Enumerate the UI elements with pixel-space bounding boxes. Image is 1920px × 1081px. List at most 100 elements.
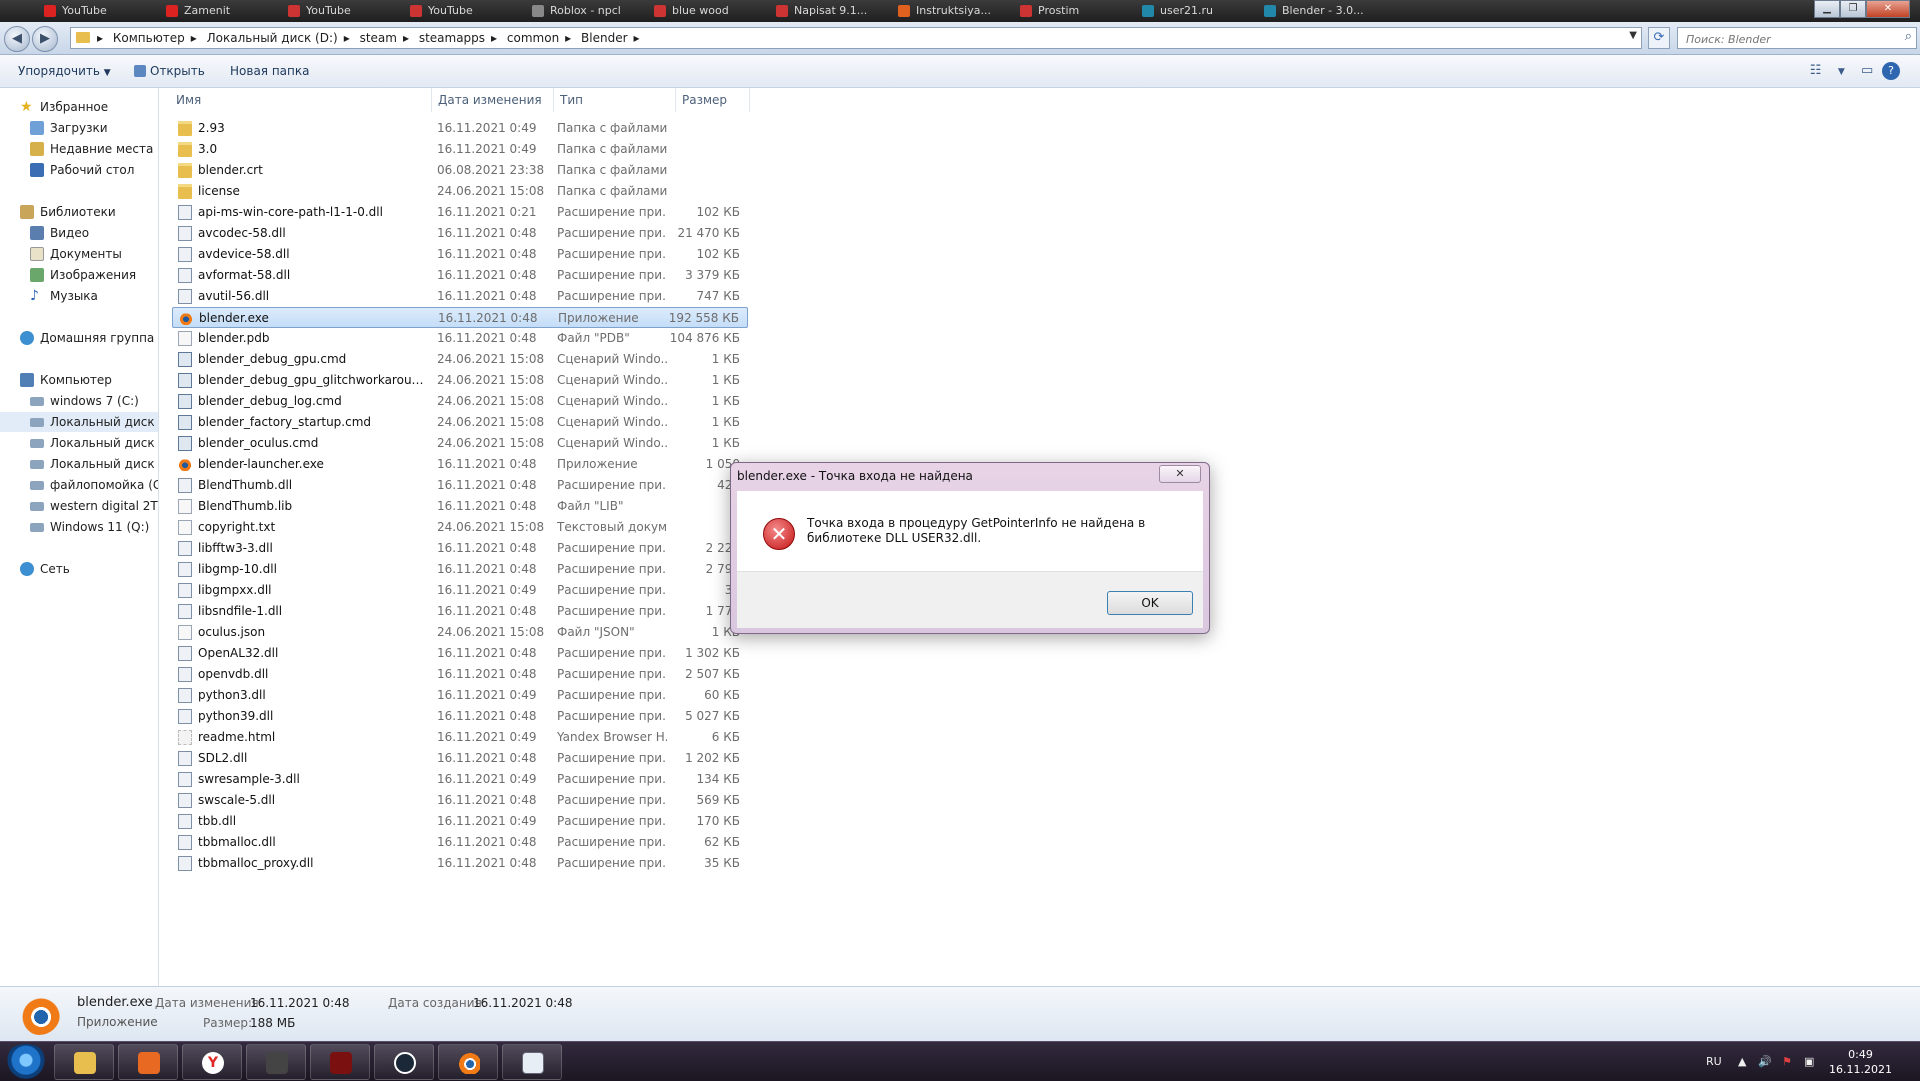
column-header-date[interactable]: Дата изменения [432, 88, 554, 112]
file-row[interactable]: swscale-5.dll 16.11.2021 0:48 Расширение п… [172, 790, 748, 811]
file-row[interactable]: copyright.txt 24.06.2021 15:08 Текстовый д… [172, 517, 748, 538]
chevron-down-icon[interactable]: ▼ [1830, 62, 1852, 82]
taskbar-media-player[interactable] [118, 1044, 178, 1080]
sidebar-item-downloads[interactable]: Загрузки [0, 118, 158, 138]
file-row[interactable]: libgmpxx.dll 16.11.2021 0:49 Расширение пр… [172, 580, 748, 601]
file-row[interactable]: blender.pdb 16.11.2021 0:48 Файл "PDB" 104 … [172, 328, 748, 349]
new-folder-button[interactable]: Новая папка [230, 55, 309, 87]
sidebar-favorites[interactable]: ★ Избранное [0, 97, 158, 117]
file-row[interactable]: python39.dll 16.11.2021 0:48 Расширение пр… [172, 706, 748, 727]
browser-tab[interactable]: Prostim [1016, 2, 1136, 20]
back-button[interactable]: ◀ [4, 26, 30, 52]
file-row[interactable]: avutil-56.dll 16.11.2021 0:48 Расширение п… [172, 286, 748, 307]
close-window-button[interactable]: ✕ [1866, 0, 1910, 18]
browser-tab[interactable]: Roblox - npcl [528, 2, 648, 20]
maximize-button[interactable]: ❐ [1840, 0, 1866, 18]
file-row[interactable]: blender_oculus.cmd 24.06.2021 15:08 Сценар… [172, 433, 748, 454]
address-bar[interactable]: ▸ Компьютер ▸ Локальный диск (D:) ▸ steam ▸… [70, 27, 1642, 49]
language-indicator[interactable]: RU [1706, 1042, 1722, 1081]
file-row[interactable]: tbbmalloc.dll 16.11.2021 0:48 Расширение п… [172, 832, 748, 853]
file-row[interactable]: tbb.dll 16.11.2021 0:49 Расширение при... 1… [172, 811, 748, 832]
file-row[interactable]: openvdb.dll 16.11.2021 0:48 Расширение при… [172, 664, 748, 685]
browser-tab[interactable]: YouTube [284, 2, 404, 20]
taskbar-notepad[interactable] [502, 1044, 562, 1080]
breadcrumb-common[interactable]: common [507, 31, 559, 45]
browser-tab[interactable]: Blender - 3.0... [1260, 2, 1380, 20]
file-row[interactable]: libgmp-10.dll 16.11.2021 0:48 Расширение п… [172, 559, 748, 580]
sidebar-drive-e[interactable]: Локальный диск (E:) [0, 433, 158, 453]
breadcrumb-steam[interactable]: steam [360, 31, 397, 45]
file-row[interactable]: OpenAL32.dll 16.11.2021 0:48 Расширение пр… [172, 643, 748, 664]
file-row[interactable]: blender_debug_log.cmd 24.06.2021 15:08 Сце… [172, 391, 748, 412]
sidebar-item-pictures[interactable]: Изображения [0, 265, 158, 285]
browser-tab[interactable]: Instruktsiya... [894, 2, 1014, 20]
file-row[interactable]: blender_factory_startup.cmd 24.06.2021 15… [172, 412, 748, 433]
refresh-button[interactable]: ⟳ [1648, 27, 1670, 49]
sidebar-computer[interactable]: Компьютер [0, 370, 158, 390]
search-box[interactable]: ⌕ [1677, 27, 1917, 49]
file-row[interactable]: tbbmalloc_proxy.dll 16.11.2021 0:48 Расшир… [172, 853, 748, 874]
file-row[interactable]: libsndfile-1.dll 16.11.2021 0:48 Расширени… [172, 601, 748, 622]
taskbar-gpu-flexer-2[interactable] [310, 1044, 370, 1080]
file-row[interactable]: avdevice-58.dll 16.11.2021 0:48 Расширение… [172, 244, 748, 265]
preview-pane-icon[interactable]: ▭ [1856, 61, 1878, 81]
open-button[interactable]: Открыть [134, 55, 205, 87]
sidebar-drive-wd[interactable]: western digital 2TB ( [0, 496, 158, 516]
start-button[interactable] [4, 1044, 48, 1080]
sidebar-item-video[interactable]: Видео [0, 223, 158, 243]
action-center-icon[interactable]: ▣ [1804, 1042, 1814, 1081]
sidebar-drive-f[interactable]: Локальный диск (F:) [0, 454, 158, 474]
browser-tab[interactable]: blue wood [650, 2, 770, 20]
breadcrumb-steamapps[interactable]: steamapps [419, 31, 485, 45]
dialog-close-button[interactable]: ✕ [1159, 465, 1201, 483]
taskbar-steam[interactable] [374, 1044, 434, 1080]
sidebar-homegroup[interactable]: Домашняя группа [0, 328, 158, 348]
browser-tab[interactable]: user21.ru [1138, 2, 1258, 20]
column-header-name[interactable]: Имя [170, 88, 432, 112]
sidebar-network[interactable]: Сеть [0, 559, 158, 579]
address-dropdown-icon[interactable]: ▼ [1629, 30, 1637, 41]
file-row[interactable]: oculus.json 24.06.2021 15:08 Файл "JSON" 1 … [172, 622, 748, 643]
sidebar-item-recent[interactable]: Недавние места [0, 139, 158, 159]
taskbar-yandex-browser[interactable]: Y [182, 1044, 242, 1080]
column-header-size[interactable]: Размер [676, 88, 750, 112]
breadcrumb-drive-d[interactable]: Локальный диск (D:) [207, 31, 338, 45]
volume-icon[interactable]: 🔊 [1758, 1042, 1772, 1081]
file-row[interactable]: 2.93 16.11.2021 0:49 Папка с файлами [172, 118, 748, 139]
file-row[interactable]: BlendThumb.dll 16.11.2021 0:48 Расширение … [172, 475, 748, 496]
forward-button[interactable]: ▶ [32, 26, 58, 52]
file-row[interactable]: 3.0 16.11.2021 0:49 Папка с файлами [172, 139, 748, 160]
sidebar-drive-q[interactable]: Windows 11 (Q:) [0, 517, 158, 537]
file-row[interactable]: blender_debug_gpu_glitchworkaround.c... 2… [172, 370, 748, 391]
file-row[interactable]: readme.html 16.11.2021 0:49 Yandex Browser… [172, 727, 748, 748]
file-row[interactable]: SDL2.dll 16.11.2021 0:48 Расширение при...… [172, 748, 748, 769]
sidebar-item-music[interactable]: ♪ Музыка [0, 286, 158, 306]
column-header-type[interactable]: Тип [554, 88, 676, 112]
browser-tab[interactable]: Napisat 9.1... [772, 2, 892, 20]
file-row[interactable]: avformat-58.dll 16.11.2021 0:48 Расширение… [172, 265, 748, 286]
sidebar-drive-g[interactable]: файлопомойка (G:) [0, 475, 158, 495]
browser-tab[interactable]: YouTube [40, 2, 160, 20]
file-row[interactable]: libfftw3-3.dll 16.11.2021 0:48 Расширение … [172, 538, 748, 559]
taskbar-gpu-flexer[interactable] [246, 1044, 306, 1080]
tray-expand-icon[interactable]: ▲ [1738, 1042, 1746, 1081]
file-row[interactable]: BlendThumb.lib16.11.2021 0:48Файл "LIB"2 [172, 496, 748, 517]
sidebar-drive-c[interactable]: windows 7 (C:) [0, 391, 158, 411]
taskbar-blender[interactable] [438, 1044, 498, 1080]
file-row[interactable]: python3.dll 16.11.2021 0:49 Расширение при… [172, 685, 748, 706]
minimize-button[interactable]: ▁ [1814, 0, 1840, 18]
file-row[interactable]: api-ms-win-core-path-l1-1-0.dll 16.11.202… [172, 202, 748, 223]
file-row[interactable]: blender_debug_gpu.cmd 24.06.2021 15:08 Сце… [172, 349, 748, 370]
browser-tab[interactable]: Zamenit [162, 2, 282, 20]
file-row[interactable]: swresample-3.dll 16.11.2021 0:49 Расширени… [172, 769, 748, 790]
browser-tab[interactable]: YouTube [406, 2, 526, 20]
file-row[interactable]: blender.exe 16.11.2021 0:48 Приложение 192 … [172, 307, 748, 328]
ok-button[interactable]: OK [1107, 591, 1193, 615]
breadcrumb-blender[interactable]: Blender [581, 31, 628, 45]
system-clock[interactable]: 0:49 16.11.2021 [1829, 1047, 1892, 1077]
file-row[interactable]: blender-launcher.exe 16.11.2021 0:48 Прило… [172, 454, 748, 475]
file-row[interactable]: license 24.06.2021 15:08 Папка с файлами [172, 181, 748, 202]
network-status-icon[interactable]: ⚑ [1782, 1042, 1792, 1081]
help-icon[interactable]: ? [1882, 62, 1900, 80]
taskbar-explorer[interactable] [54, 1044, 114, 1080]
